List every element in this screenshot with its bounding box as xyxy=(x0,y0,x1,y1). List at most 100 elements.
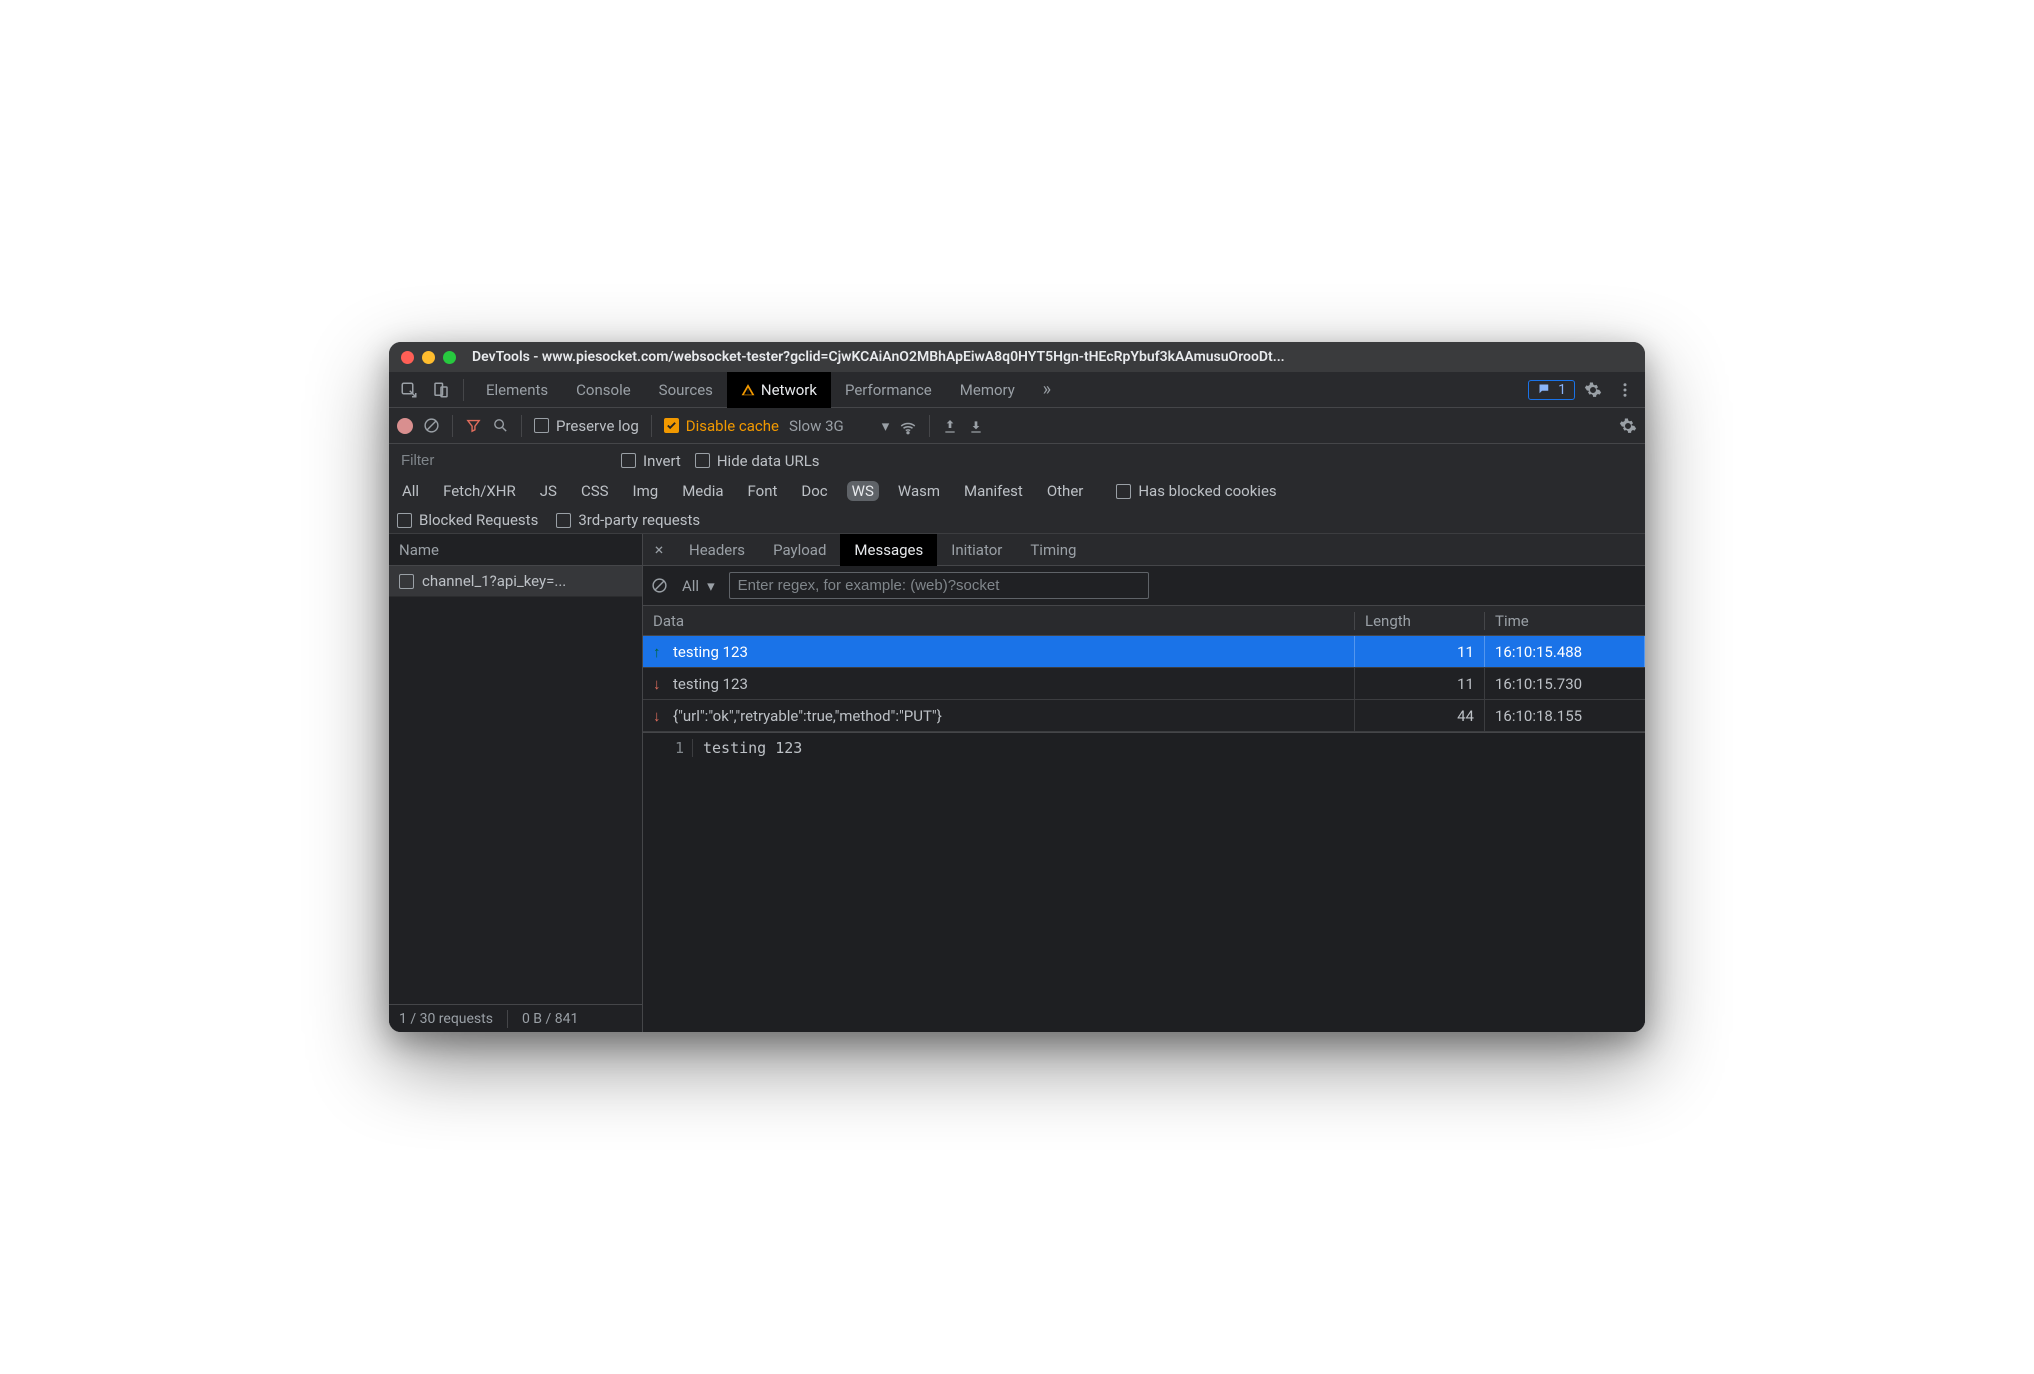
type-filter-wasm[interactable]: Wasm xyxy=(893,481,945,501)
tab-label: Console xyxy=(576,381,631,399)
detail-tab-initiator[interactable]: Initiator xyxy=(937,534,1016,566)
tab-performance[interactable]: Performance xyxy=(831,372,946,408)
device-toolbar-icon[interactable] xyxy=(427,376,455,404)
upload-har-icon[interactable] xyxy=(942,418,958,434)
type-filter-other[interactable]: Other xyxy=(1042,481,1089,501)
throttling-select[interactable]: Slow 3G ▾ xyxy=(789,417,889,435)
throttling-value: Slow 3G xyxy=(789,417,844,435)
checkbox-icon xyxy=(1116,484,1131,499)
settings-icon[interactable] xyxy=(1579,376,1607,404)
tab-sources[interactable]: Sources xyxy=(645,372,727,408)
checkbox-icon xyxy=(695,453,710,468)
third-party-label: 3rd-party requests xyxy=(578,511,700,529)
filter-input[interactable] xyxy=(397,450,607,471)
filter-icon[interactable] xyxy=(465,417,482,434)
has-blocked-cookies-checkbox[interactable]: Has blocked cookies xyxy=(1116,482,1276,500)
type-filter-manifest[interactable]: Manifest xyxy=(959,481,1028,501)
disable-cache-label: Disable cache xyxy=(686,417,779,435)
request-item[interactable]: channel_1?api_key=... xyxy=(389,566,642,597)
minimize-window-button[interactable] xyxy=(422,351,435,364)
message-row[interactable]: ↓testing 1231116:10:15.730 xyxy=(643,668,1645,700)
type-filter-img[interactable]: Img xyxy=(628,481,664,501)
detail-tab-headers[interactable]: Headers xyxy=(675,534,759,566)
devtools-window: DevTools - www.piesocket.com/websocket-t… xyxy=(389,342,1645,1032)
type-filter-fetchxhr[interactable]: Fetch/XHR xyxy=(438,481,521,501)
col-length[interactable]: Length xyxy=(1355,612,1485,630)
warning-icon xyxy=(741,383,755,397)
type-filter-font[interactable]: Font xyxy=(743,481,783,501)
type-filter-all[interactable]: All xyxy=(397,481,424,501)
hide-data-urls-label: Hide data URLs xyxy=(717,452,820,470)
message-row[interactable]: ↓{"url":"ok","retryable":true,"method":"… xyxy=(643,700,1645,732)
message-time: 16:10:18.155 xyxy=(1485,700,1645,731)
detail-tab-timing[interactable]: Timing xyxy=(1016,534,1090,566)
close-window-button[interactable] xyxy=(401,351,414,364)
message-filter-dropdown[interactable]: All ▾ xyxy=(678,575,719,597)
preserve-log-checkbox[interactable]: Preserve log xyxy=(534,417,639,435)
clear-messages-icon[interactable] xyxy=(651,577,668,594)
message-filter-value: All xyxy=(682,577,699,595)
blocked-requests-checkbox[interactable]: Blocked Requests xyxy=(397,511,538,529)
name-column-header[interactable]: Name xyxy=(389,534,642,566)
issues-count: 1 xyxy=(1558,382,1566,398)
regex-filter-input[interactable] xyxy=(729,572,1149,599)
download-har-icon[interactable] xyxy=(968,418,984,434)
preserve-log-label: Preserve log xyxy=(556,417,639,435)
message-time: 16:10:15.488 xyxy=(1485,636,1645,667)
panels-toolbar: Elements Console Sources Network Performance… xyxy=(389,372,1645,408)
requests-count: 1 / 30 requests xyxy=(399,1011,493,1027)
close-detail-icon[interactable]: × xyxy=(643,540,675,559)
network-toolbar: Preserve log Disable cache Slow 3G ▾ xyxy=(389,408,1645,444)
detail-tab-payload[interactable]: Payload xyxy=(759,534,840,566)
more-panels-icon[interactable]: » xyxy=(1033,376,1061,404)
network-settings-icon[interactable] xyxy=(1619,417,1637,435)
hide-data-urls-checkbox[interactable]: Hide data URLs xyxy=(695,452,820,470)
tab-console[interactable]: Console xyxy=(562,372,645,408)
maximize-window-button[interactable] xyxy=(443,351,456,364)
third-party-checkbox[interactable]: 3rd-party requests xyxy=(556,511,700,529)
type-filter-media[interactable]: Media xyxy=(677,481,728,501)
request-detail-pane: × HeadersPayloadMessagesInitiatorTiming … xyxy=(643,534,1645,1032)
invert-checkbox[interactable]: Invert xyxy=(621,452,681,470)
tab-label: Sources xyxy=(659,381,713,399)
messages-toolbar: All ▾ xyxy=(643,566,1645,606)
search-icon[interactable] xyxy=(492,417,509,434)
tab-network[interactable]: Network xyxy=(727,372,831,408)
right-tools: 1 xyxy=(1528,376,1639,404)
code-line: 1 testing 123 xyxy=(643,739,1645,757)
message-content: testing 123 xyxy=(703,739,802,757)
disable-cache-checkbox[interactable]: Disable cache xyxy=(664,417,779,435)
window-title: DevTools - www.piesocket.com/websocket-t… xyxy=(472,349,1633,365)
message-data: {"url":"ok","retryable":true,"method":"P… xyxy=(673,707,942,725)
tab-memory[interactable]: Memory xyxy=(946,372,1029,408)
issues-badge[interactable]: 1 xyxy=(1528,380,1575,400)
arrow-down-icon: ↓ xyxy=(653,675,665,693)
type-filter-js[interactable]: JS xyxy=(535,481,562,501)
checkbox-icon xyxy=(621,453,636,468)
message-length: 11 xyxy=(1355,668,1485,699)
tab-label: Performance xyxy=(845,381,932,399)
message-data: testing 123 xyxy=(673,643,748,661)
kebab-menu-icon[interactable] xyxy=(1611,376,1639,404)
type-filter-doc[interactable]: Doc xyxy=(796,481,832,501)
message-detail-viewer: 1 testing 123 xyxy=(643,732,1645,1032)
tab-elements[interactable]: Elements xyxy=(472,372,562,408)
col-time[interactable]: Time xyxy=(1485,612,1645,630)
detail-tab-messages[interactable]: Messages xyxy=(840,534,937,566)
transfer-size: 0 B / 841 xyxy=(522,1011,578,1027)
request-list-pane: Name channel_1?api_key=... 1 / 30 reques… xyxy=(389,534,643,1032)
type-filter-ws[interactable]: WS xyxy=(847,481,879,501)
inspect-element-icon[interactable] xyxy=(395,376,423,404)
messages-body: ↑testing 1231116:10:15.488 ↓ testing 123 11… xyxy=(643,636,1645,732)
clear-icon[interactable] xyxy=(423,417,440,434)
request-name: channel_1?api_key=... xyxy=(422,572,566,590)
network-conditions-icon[interactable] xyxy=(899,417,917,435)
record-button[interactable] xyxy=(397,418,413,434)
blocked-requests-label: Blocked Requests xyxy=(419,511,538,529)
checkbox-checked-icon xyxy=(664,418,679,433)
message-data: testing 123 xyxy=(673,675,748,693)
resource-type-filters: All Fetch/XHR JS CSS Img Media Font Doc WS Wasm Ma… xyxy=(397,481,1637,501)
type-filter-css[interactable]: CSS xyxy=(576,481,614,501)
col-data[interactable]: Data xyxy=(643,612,1355,630)
message-row[interactable]: ↑testing 1231116:10:15.488 xyxy=(643,636,1645,668)
